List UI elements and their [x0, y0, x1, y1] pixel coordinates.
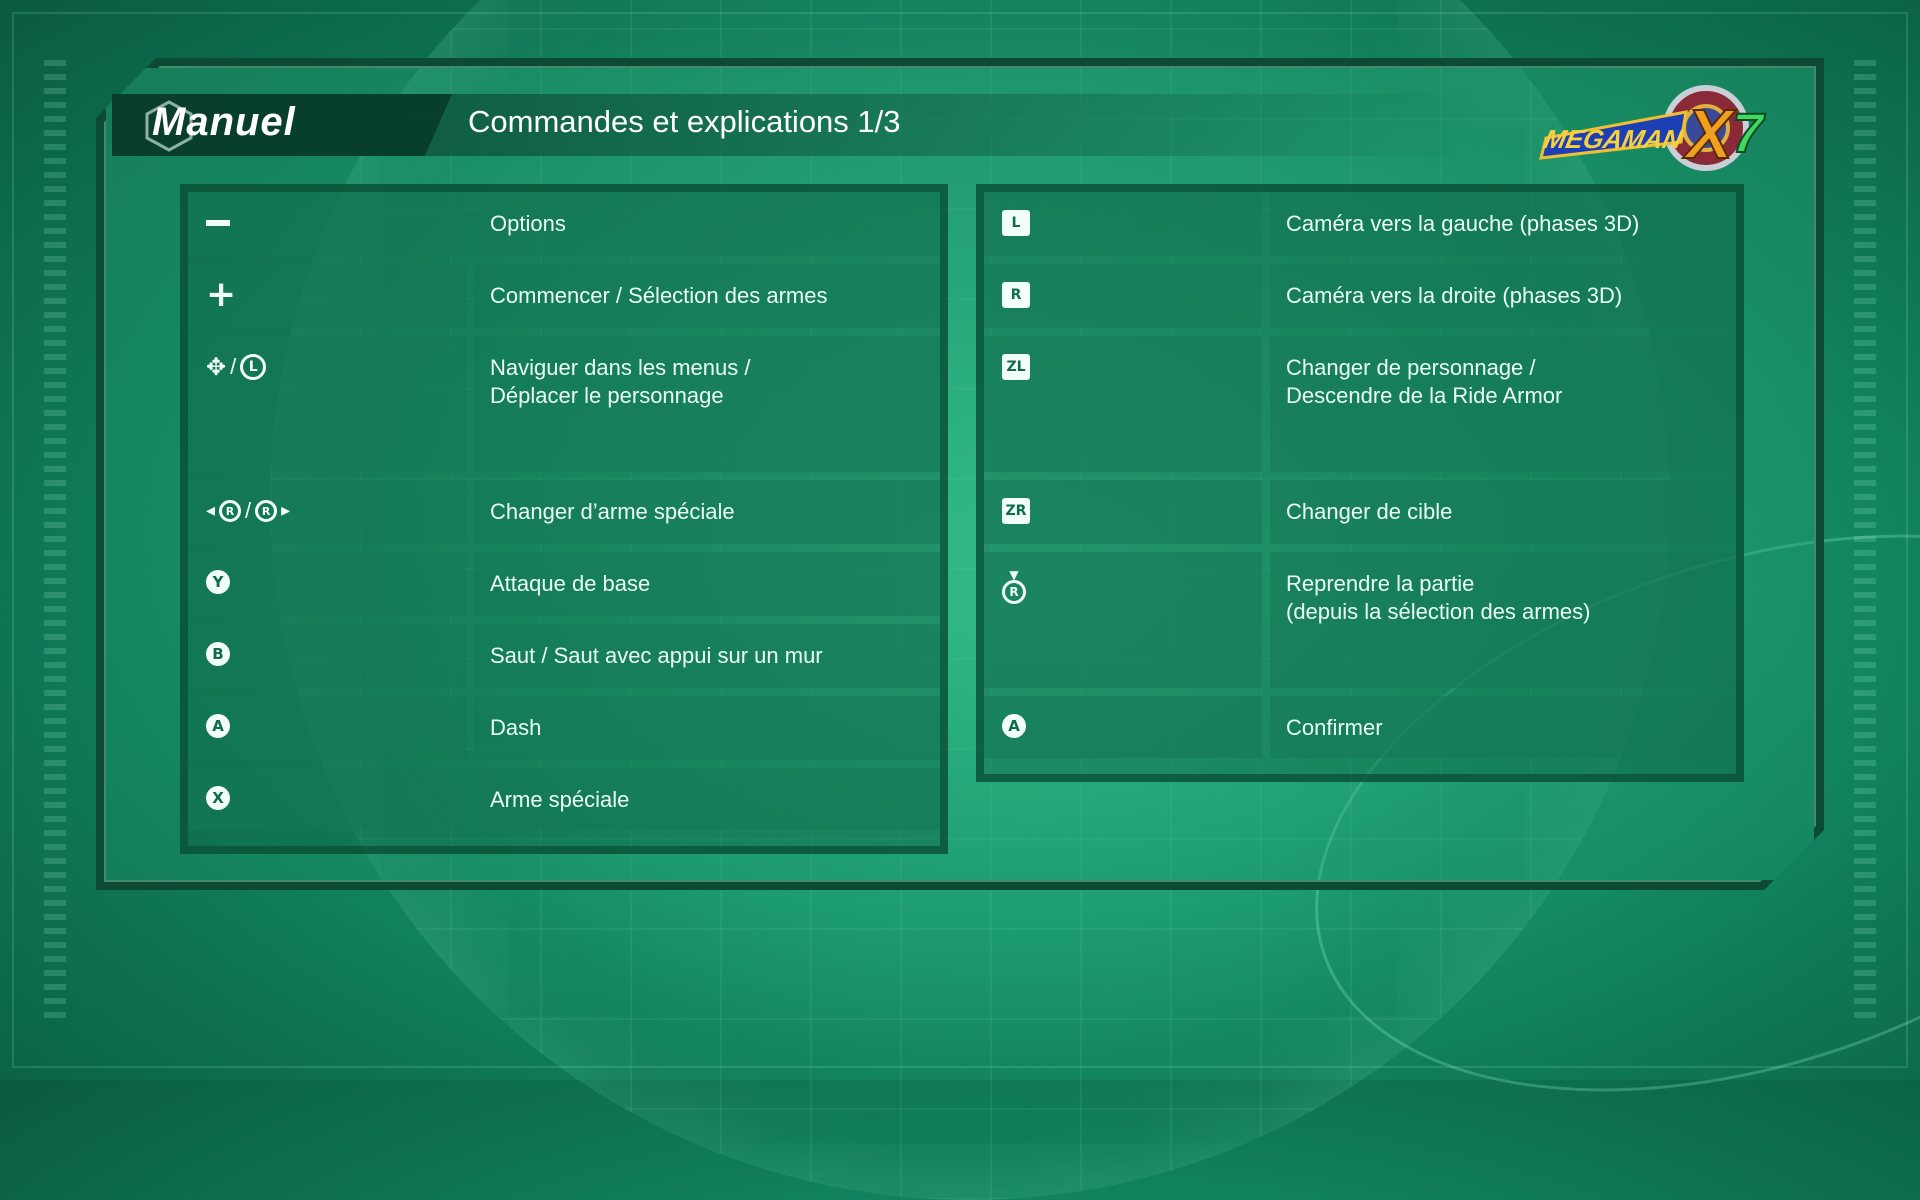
minus-button-icon — [206, 210, 230, 226]
button-cell: X — [188, 768, 466, 830]
control-description: Changer d’arme spéciale — [474, 480, 940, 544]
button-cell: ZL — [984, 336, 1262, 472]
control-description: Naviguer dans les menus / Déplacer le pe… — [474, 336, 940, 472]
control-description: Changer de personnage / Descendre de la … — [1270, 336, 1736, 472]
button-cell: ▼ R — [984, 552, 1262, 688]
control-row: + Commencer / Sélection des armes — [188, 264, 940, 328]
control-description: Saut / Saut avec appui sur un mur — [474, 624, 940, 688]
control-row: Y Attaque de base — [188, 552, 940, 616]
a-button-icon: A — [206, 714, 230, 738]
button-cell: + — [188, 264, 466, 328]
control-description: Arme spéciale — [474, 768, 940, 830]
button-cell: Y — [188, 552, 466, 616]
r-button-icon: R — [1002, 282, 1030, 308]
y-button-icon: Y — [206, 570, 230, 594]
control-row: Options — [188, 192, 940, 256]
button-cell: R — [984, 264, 1262, 328]
control-description: Changer de cible — [1270, 480, 1736, 544]
button-cell: L — [984, 192, 1262, 256]
control-row: ✥ / L Naviguer dans les menus / Déplacer le… — [188, 336, 940, 472]
section-title: Manuel — [152, 100, 296, 144]
button-cell: A — [984, 696, 1262, 758]
right-edge-stripes — [1854, 60, 1876, 1020]
right-stick-press-icon: ▼ R — [1002, 569, 1026, 604]
svg-text:X: X — [1682, 95, 1737, 173]
control-description: Confirmer — [1270, 696, 1736, 758]
control-description: Commencer / Sélection des armes — [474, 264, 940, 328]
button-cell: ◂ R / R ▸ — [188, 480, 466, 544]
control-row: R Caméra vers la droite (phases 3D) — [984, 264, 1736, 328]
control-row: X Arme spéciale — [188, 768, 940, 830]
control-row: L Caméra vers la gauche (phases 3D) — [984, 192, 1736, 256]
svg-text:MEGAMAN: MEGAMAN — [1541, 124, 1685, 154]
control-row: ◂ R / R ▸ Changer d’arme spéciale — [188, 480, 940, 544]
control-description: Caméra vers la gauche (phases 3D) — [1270, 192, 1736, 256]
control-description: Attaque de base — [474, 552, 940, 616]
b-button-icon: B — [206, 642, 230, 666]
control-description: Options — [474, 192, 940, 256]
x-button-icon: X — [206, 786, 230, 810]
control-row: A Dash — [188, 696, 940, 760]
left-controls-table: Options + Commencer / Sélection des armes ✥… — [180, 184, 948, 854]
plus-button-icon: + — [206, 274, 237, 315]
svg-text:7: 7 — [1732, 101, 1766, 164]
game-logo: MEGAMAN X 7 — [1539, 85, 1767, 174]
page-title: Commandes et explications 1/3 — [468, 104, 901, 139]
button-cell: A — [188, 696, 466, 760]
control-row: A Confirmer — [984, 696, 1736, 758]
control-description: Dash — [474, 696, 940, 760]
control-row: ZR Changer de cible — [984, 480, 1736, 544]
a-button-icon: A — [1002, 714, 1026, 738]
button-cell — [188, 192, 466, 256]
control-row: B Saut / Saut avec appui sur un mur — [188, 624, 940, 688]
l-button-icon: L — [1002, 210, 1030, 236]
zl-button-icon: ZL — [1002, 354, 1030, 380]
button-cell: B — [188, 624, 466, 688]
control-row: ZL Changer de personnage / Descendre de l… — [984, 336, 1736, 472]
control-description: Reprendre la partie (depuis la sélection… — [1270, 552, 1736, 688]
dpad-and-left-stick-icon: ✥ / L — [206, 354, 267, 380]
control-description: Caméra vers la droite (phases 3D) — [1270, 264, 1736, 328]
button-cell: ✥ / L — [188, 336, 466, 472]
right-controls-table: L Caméra vers la gauche (phases 3D) R Camér… — [976, 184, 1744, 782]
left-edge-stripes — [44, 60, 66, 1020]
button-cell: ZR — [984, 480, 1262, 544]
zr-button-icon: ZR — [1002, 498, 1030, 524]
control-row: ▼ R Reprendre la partie (depuis la sélecti… — [984, 552, 1736, 688]
right-stick-left-right-icon: ◂ R / R ▸ — [206, 498, 291, 523]
